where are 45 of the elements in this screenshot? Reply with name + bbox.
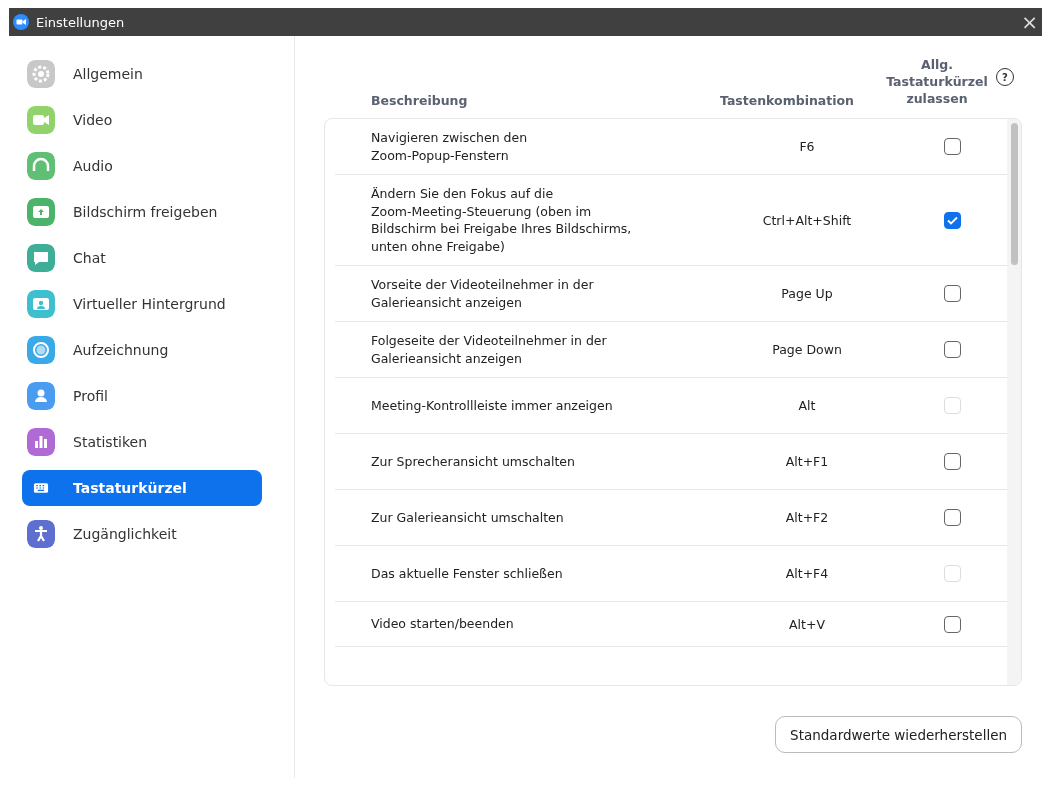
key-combination: Alt+F4 [784, 566, 830, 581]
column-header: Beschreibung [370, 93, 469, 108]
key-combination: Alt+F1 [784, 454, 830, 469]
key-combination: F6 [798, 139, 816, 154]
sidebar-item[interactable]: Tastaturkürzel [22, 470, 262, 506]
sidebar-item[interactable]: Virtueller Hintergrund [22, 286, 262, 322]
shortcut-description: Navigieren zwischen den Zoom-Popup-Fenstern [370, 129, 529, 165]
sidebar-item[interactable]: Zugänglichkeit [22, 516, 262, 552]
key-combination: Page Down [771, 342, 843, 357]
key-combination: Ctrl+Alt+Shift [761, 212, 853, 228]
shortcut-description: Vorseite der Videoteilnehmer in der Galerieansicht anzeigen [370, 276, 595, 312]
key-combination: Alt+V [788, 616, 826, 632]
shortcut-description: Zur Galerieansicht umschalten [370, 508, 565, 527]
sidebar-item[interactable]: Aufzeichnung [22, 332, 262, 368]
shortcut-description: Zur Sprecheransicht umschalten [370, 452, 576, 471]
sidebar-item[interactable]: Bildschirm freigeben [22, 194, 262, 230]
sidebar-item[interactable]: Profil [22, 378, 262, 414]
window-title: Einstellungen [36, 14, 126, 30]
restore-defaults-button[interactable]: Standardwerte wiederherstellen [775, 716, 1022, 753]
sidebar-item[interactable]: Video [22, 102, 262, 138]
key-combination: Alt [797, 398, 817, 413]
column-header: Tastenkombination [718, 93, 855, 108]
column-header: Allg. Tastaturkürzel zulassen [885, 57, 989, 108]
video-camera-icon [13, 14, 29, 30]
sidebar-item[interactable]: Statistiken [22, 424, 262, 460]
checkbox[interactable] [943, 138, 961, 155]
scrollbar[interactable] [1007, 119, 1021, 685]
shortcut-description: Folgeseite der Videoteilnehmer in der Galerieansicht anzeigen [370, 332, 608, 368]
shortcut-description: Das aktuelle Fenster schließen [370, 564, 564, 583]
sidebar-item[interactable]: Allgemein [22, 56, 262, 92]
checkbox[interactable] [943, 615, 961, 633]
close-button[interactable]: × [1017, 12, 1042, 32]
sidebar-item[interactable]: Audio [22, 148, 262, 184]
shortcut-description: Meeting-Kontrollleiste immer anzeigen [370, 396, 614, 415]
key-combination: Alt+F2 [784, 510, 830, 525]
checkmark-icon [946, 215, 958, 225]
checkbox[interactable] [943, 453, 961, 470]
checkbox[interactable] [943, 211, 961, 229]
shortcut-description: Video starten/beenden [370, 615, 515, 634]
checkbox[interactable] [943, 509, 961, 526]
sidebar-item[interactable]: Chat [22, 240, 262, 276]
checkbox[interactable] [943, 285, 961, 302]
key-combination: Page Up [780, 286, 834, 301]
checkbox[interactable] [943, 341, 961, 358]
shortcut-description: Ändern Sie den Fokus auf die Zoom-Meeting-Steuerung (oben im Bildschirm bei Freigabe Ihres Bildschirms, unten ohne Freigabe) [370, 185, 633, 256]
